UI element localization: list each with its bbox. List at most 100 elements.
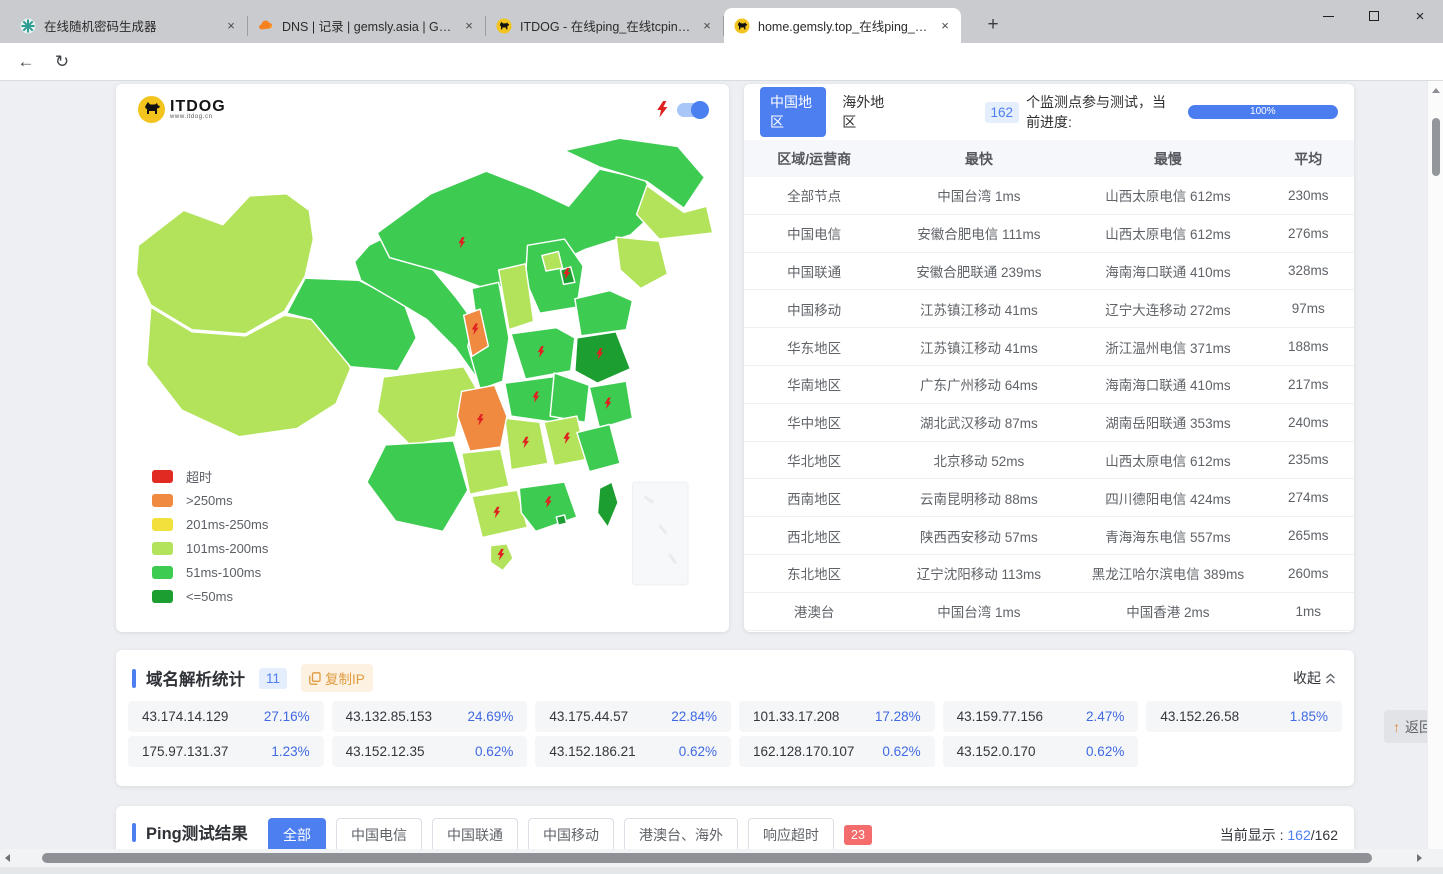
new-tab-button[interactable]: + — [980, 12, 1006, 38]
region-row-11: 港澳台中国台湾 1ms中国香港 2ms1ms — [744, 593, 1354, 631]
ip-pill-2[interactable]: 43.175.44.5722.84% — [535, 701, 731, 732]
cell-average: 276ms — [1262, 226, 1354, 241]
map-mode-toggle[interactable] — [677, 103, 707, 117]
cell-slowest: 黑龙江哈尔滨电信 389ms — [1073, 563, 1262, 583]
province-jiangsu[interactable] — [575, 332, 631, 383]
cell-region: 华东地区 — [744, 337, 884, 357]
refresh-button[interactable]: ↻ — [48, 48, 76, 76]
tab-overseas-region[interactable]: 海外地区 — [842, 92, 888, 132]
cell-fastest: 江苏镇江移动 41ms — [884, 299, 1073, 319]
province-chongqing[interactable] — [457, 385, 506, 451]
ip-percentage: 0.62% — [679, 744, 717, 759]
cell-average: 274ms — [1262, 490, 1354, 505]
display-current: 162 — [1287, 827, 1310, 843]
window-bottom-edge — [0, 867, 1443, 874]
cell-fastest: 陕西西安移动 57ms — [884, 526, 1073, 546]
ip-percentage: 0.62% — [1086, 744, 1124, 759]
province-guizhou[interactable] — [462, 449, 509, 494]
tab-close-icon[interactable]: × — [223, 18, 239, 34]
copy-ip-button[interactable]: 复制IP — [301, 664, 373, 692]
province-guangxi[interactable] — [472, 490, 528, 537]
tab-close-icon[interactable]: × — [461, 18, 477, 34]
region-panel: 中国地区 海外地区 162 个监测点参与测试，当前进度: 100% 区域/运营商… — [744, 84, 1354, 632]
scroll-left-arrow-icon[interactable] — [5, 854, 10, 862]
ip-pill-8[interactable]: 43.152.186.210.62% — [535, 736, 731, 767]
cell-average: 230ms — [1262, 188, 1354, 203]
cell-region: 中国电信 — [744, 223, 884, 243]
province-shandong[interactable] — [575, 291, 633, 336]
filter-5-button[interactable]: 响应超时 — [748, 818, 834, 852]
ip-pill-4[interactable]: 43.159.77.1562.47% — [943, 701, 1139, 732]
ping-section-title: Ping测试结果 — [146, 820, 248, 844]
ip-pill-3[interactable]: 101.33.17.208 17.28% — [739, 701, 935, 732]
tab-close-icon[interactable]: × — [937, 18, 953, 34]
cell-slowest: 湖南岳阳联通 353ms — [1073, 412, 1262, 432]
province-taiwan[interactable] — [597, 482, 618, 527]
ip-percentage: 17.28% — [875, 709, 921, 724]
ip-pill-6[interactable]: 175.97.131.371.23% — [128, 736, 324, 767]
province-henan[interactable] — [511, 328, 575, 379]
ip-pill-7[interactable]: 43.152.12.350.62% — [332, 736, 528, 767]
cell-fastest: 北京移动 52ms — [884, 450, 1073, 470]
cell-average: 265ms — [1262, 528, 1354, 543]
filter-1-button[interactable]: 中国电信 — [336, 818, 422, 852]
browser-tab-2[interactable]: DNS | 记录 | gemsly.asia | Gemsly × — [248, 8, 485, 43]
province-guangdong[interactable] — [519, 482, 577, 531]
province-fujian[interactable] — [577, 424, 620, 471]
region-row-9: 西北地区陕西西安移动 57ms青海海东电信 557ms265ms — [744, 517, 1354, 555]
tab-title: 在线随机密码生成器 — [44, 16, 217, 35]
ip-pill-5[interactable]: 43.152.26.581.85% — [1146, 701, 1342, 732]
browser-tab-4-active[interactable]: home.gemsly.top_在线ping_多地× — [724, 8, 961, 43]
filter-4-button[interactable]: 港澳台、海外 — [624, 818, 738, 852]
region-row-0: 全部节点中国台湾 1ms山西太原电信 612ms230ms — [744, 177, 1354, 215]
vertical-scrollbar[interactable] — [1427, 81, 1443, 849]
close-button[interactable]: × — [1397, 0, 1443, 32]
scroll-up-arrow-icon[interactable] — [1432, 88, 1440, 93]
cell-fastest: 中国台湾 1ms — [884, 601, 1073, 621]
filter-0-button[interactable]: 全部 — [268, 818, 326, 852]
horizontal-scroll-thumb[interactable] — [42, 853, 1372, 863]
tab-title: DNS | 记录 | gemsly.asia | Gemsly — [282, 16, 455, 35]
cell-slowest: 浙江温州电信 371ms — [1073, 337, 1262, 357]
vertical-scroll-thumb[interactable] — [1432, 118, 1440, 176]
province-shenzhen_dot[interactable] — [556, 515, 566, 525]
ip-pill-9[interactable]: 162.128.170.1070.62% — [739, 736, 935, 767]
ip-pill-10[interactable]: 43.152.0.1700.62% — [943, 736, 1139, 767]
province-liaoning[interactable] — [616, 237, 667, 288]
collapse-button[interactable]: 收起 — [1293, 668, 1336, 688]
ping-filters: 全部中国电信中国联通中国移动港澳台、海外响应超时23 — [268, 818, 872, 852]
cell-region: 中国移动 — [744, 299, 884, 319]
lightning-icon — [656, 101, 668, 118]
tab-close-icon[interactable]: × — [699, 18, 715, 34]
filter-3-button[interactable]: 中国移动 — [528, 818, 614, 852]
legend-item-3: 101ms-200ms — [152, 536, 268, 560]
ip-address: 101.33.17.208 — [753, 709, 839, 724]
back-button[interactable]: ← — [12, 48, 40, 76]
scroll-right-arrow-icon[interactable] — [1417, 854, 1422, 862]
maximize-button[interactable] — [1351, 0, 1397, 32]
legend-swatch — [152, 494, 173, 507]
cell-slowest: 山西太原电信 612ms — [1073, 450, 1262, 470]
browser-tab-1[interactable]: 在线随机密码生成器 × — [10, 8, 247, 43]
cell-slowest: 山西太原电信 612ms — [1073, 223, 1262, 243]
browser-tab-3[interactable]: ITDOG - 在线ping_在线tcping_网× — [486, 8, 723, 43]
horizontal-scrollbar[interactable] — [0, 849, 1443, 867]
filter-2-button[interactable]: 中国联通 — [432, 818, 518, 852]
province-hainan[interactable] — [490, 544, 513, 571]
province-anhui[interactable] — [550, 373, 589, 422]
toggle-knob — [691, 101, 709, 119]
ip-percentage: 22.84% — [671, 709, 717, 724]
map-legend: 超时>250ms201ms-250ms101ms-200ms51ms-100ms… — [152, 464, 268, 608]
cell-fastest: 江苏镇江移动 41ms — [884, 337, 1073, 357]
cell-average: 260ms — [1262, 566, 1354, 581]
browser-toolbar: ← ↻ https://www.itdog.cn/ping/home.gemsl… — [0, 43, 1443, 81]
ip-pill-0[interactable]: 43.174.14.12927.16% — [128, 701, 324, 732]
province-yunnan[interactable] — [367, 441, 468, 532]
ip-percentage: 1.23% — [271, 744, 309, 759]
province-zhejiang[interactable] — [589, 381, 632, 428]
ip-pill-1[interactable]: 43.132.85.15324.69% — [332, 701, 528, 732]
cell-average: 97ms — [1262, 301, 1354, 316]
tab-china-region[interactable]: 中国地区 — [760, 87, 826, 137]
minimize-button[interactable] — [1305, 0, 1351, 32]
province-beijing[interactable] — [542, 251, 563, 271]
